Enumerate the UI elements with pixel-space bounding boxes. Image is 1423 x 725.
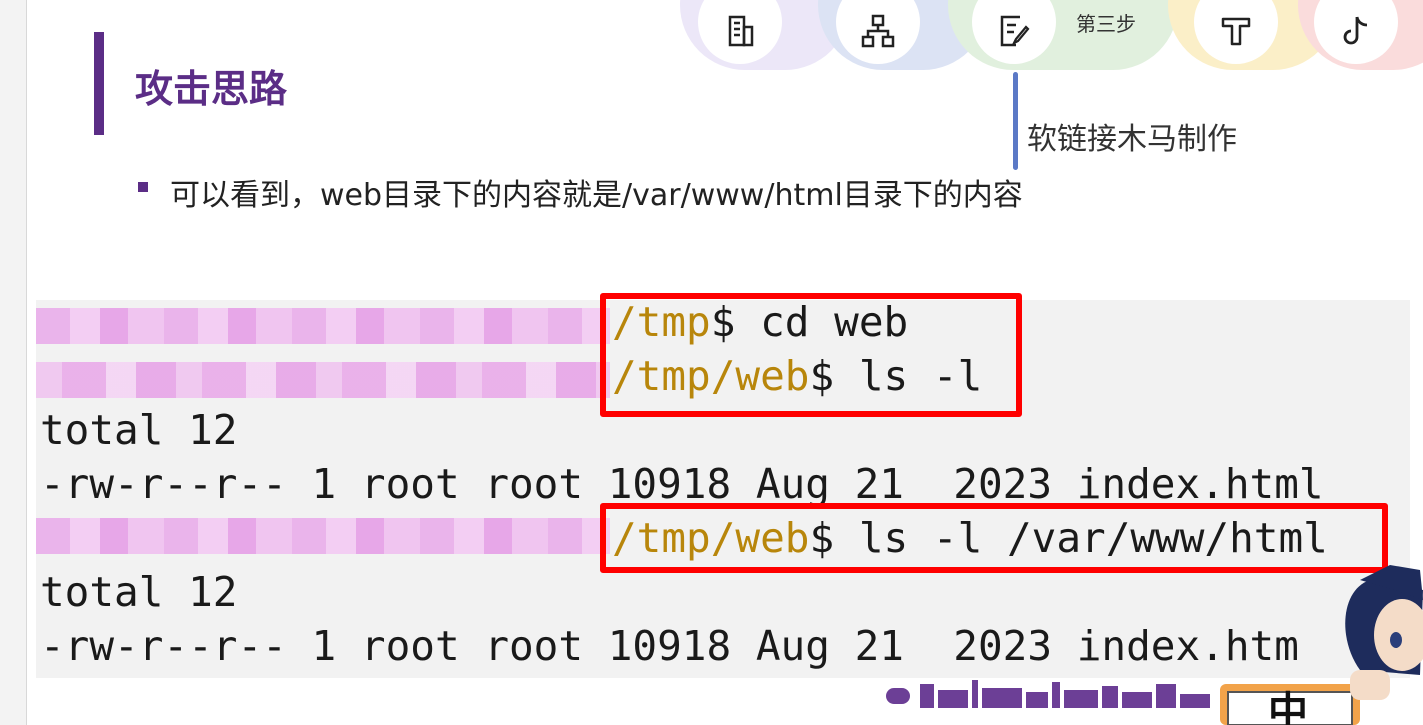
redacted-prompt <box>36 308 610 344</box>
building-icon <box>728 15 754 47</box>
bullet-text: 可以看到，web目录下的内容就是/var/www/html目录下的内容 <box>170 178 1023 213</box>
bullet-marker <box>138 182 148 192</box>
slide-title: 攻击思路 <box>135 66 288 111</box>
checklist-icon <box>1000 15 1030 47</box>
current-step-label: 第三步 <box>1076 12 1136 36</box>
campus-skyline-logo <box>886 680 1210 708</box>
slide-panel-edge <box>0 0 27 725</box>
text-tool-icon <box>1221 17 1251 46</box>
tiktok-icon <box>1343 16 1368 45</box>
highlight-box <box>600 293 1022 417</box>
mascot-sign-text: 中 <box>1268 689 1308 725</box>
terminal-line: total 12 <box>40 568 238 616</box>
heading-accent-bar <box>94 32 104 135</box>
org-chart-icon <box>861 14 895 48</box>
step-banner: 第三步 <box>680 0 1423 80</box>
step-callout: 软链接木马制作 <box>1027 122 1237 157</box>
terminal-line: -rw-r--r-- 1 root root 10918 Aug 21 2023… <box>40 622 1299 670</box>
callout-connector <box>1013 72 1018 170</box>
terminal-line: total 12 <box>40 406 238 454</box>
redacted-prompt <box>36 518 610 554</box>
mascot-character: 中 <box>1220 565 1423 725</box>
redacted-prompt <box>36 362 610 398</box>
